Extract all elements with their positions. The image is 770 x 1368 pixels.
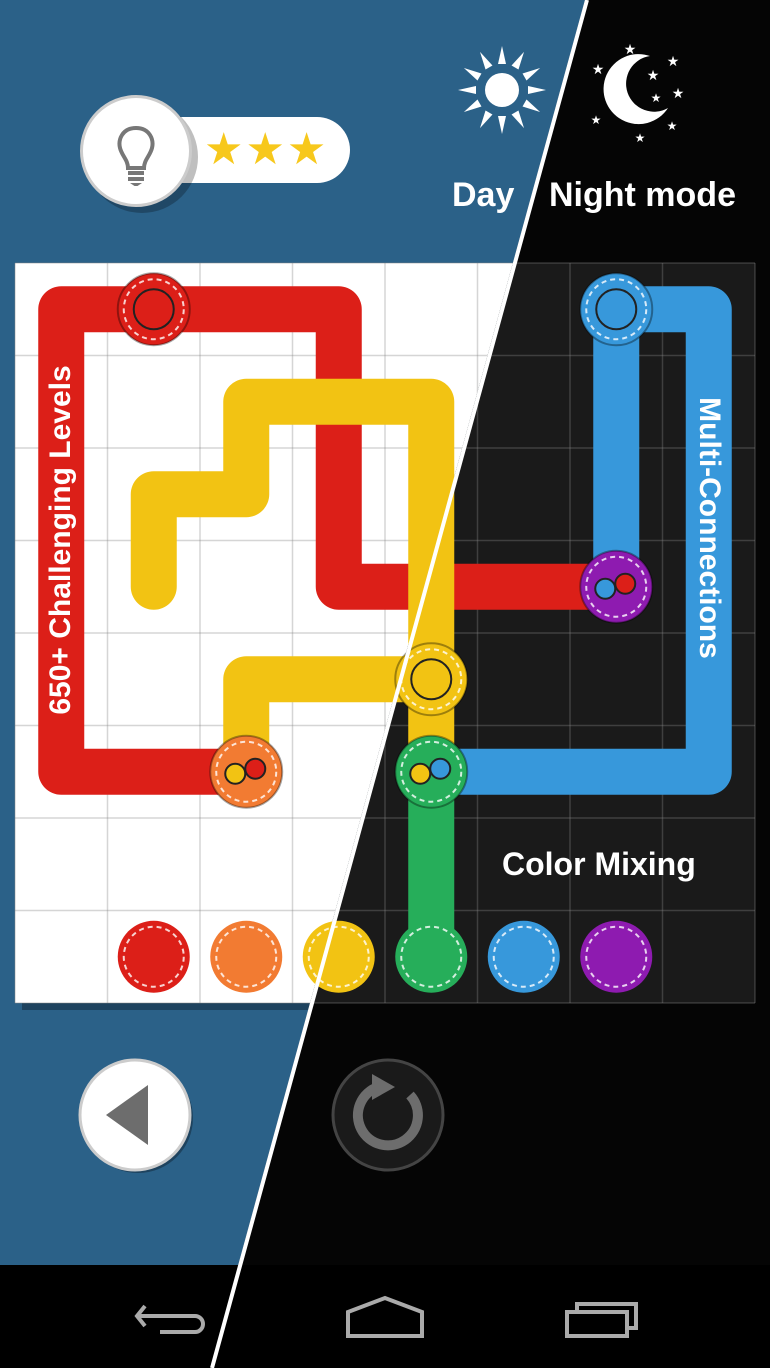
blue-color-swatch[interactable] [487, 920, 560, 993]
svg-text:★: ★ [667, 53, 680, 69]
levels-promo-text: 650+ Challenging Levels [44, 365, 77, 715]
blue-endpoint[interactable] [579, 272, 654, 347]
mix-dot [409, 762, 432, 785]
yellow-color-swatch[interactable] [302, 920, 375, 993]
svg-text:★: ★ [667, 119, 678, 133]
svg-text:★: ★ [672, 85, 685, 101]
svg-text:★: ★ [592, 61, 605, 77]
orange-endpoint[interactable] [209, 734, 284, 809]
green-color-swatch[interactable] [395, 920, 468, 993]
svg-text:★: ★ [635, 131, 646, 145]
restart-button[interactable] [331, 1058, 445, 1172]
mix-dot [429, 757, 452, 780]
night-mode-label: Night mode [549, 176, 736, 214]
svg-text:★: ★ [624, 41, 637, 57]
hint-button[interactable] [80, 95, 192, 207]
back-button[interactable] [78, 1058, 193, 1173]
day-label: Day [452, 176, 515, 214]
purple-color-swatch[interactable] [580, 920, 653, 993]
star-rating: ★★★ [204, 125, 329, 174]
red-endpoint[interactable] [116, 272, 191, 347]
color-mixing-text: Color Mixing [502, 846, 696, 882]
mix-dot [244, 757, 267, 780]
svg-text:★: ★ [591, 113, 602, 127]
nav-bar [0, 1265, 770, 1368]
svg-text:★: ★ [651, 91, 662, 105]
multi-connections-text: Multi-Connections [693, 397, 726, 659]
lightbulb-icon [117, 125, 155, 186]
mix-dot [224, 762, 247, 785]
mix-dot [614, 572, 637, 595]
red-color-swatch[interactable] [117, 920, 190, 993]
svg-text:★: ★ [647, 67, 660, 83]
mix-dot [594, 577, 617, 600]
orange-color-swatch[interactable] [210, 920, 283, 993]
purple-endpoint[interactable] [579, 549, 654, 624]
green-endpoint[interactable] [394, 734, 469, 809]
